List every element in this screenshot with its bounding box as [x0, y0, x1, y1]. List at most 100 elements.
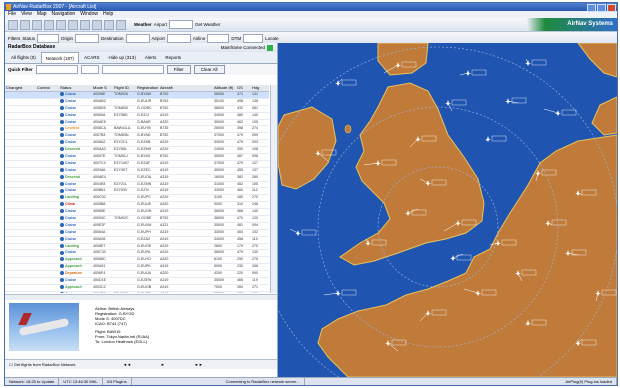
col-changed[interactable]: Changed — [5, 85, 36, 91]
clear-all-button[interactable]: Clear All — [193, 65, 225, 74]
col-mode-s[interactable]: Mode S — [92, 85, 113, 91]
col-registration[interactable]: Registration — [136, 85, 159, 91]
table-row[interactable]: Descend 400AE4 G-EUOA A319 16000 382 260 — [5, 175, 269, 182]
table-row[interactable]: Cruise 4003A6 EZY3KT G-EZEC A319 35000 455 137 — [5, 168, 269, 175]
close-button[interactable] — [607, 4, 616, 12]
airport-dropdown[interactable] — [168, 20, 193, 29]
cell-gs: 470 — [237, 160, 243, 165]
menu-view[interactable]: View — [21, 11, 32, 18]
table-row[interactable]: Cruise 4007B3 TOM83N G-BYAD B752 37000 470 099 — [5, 133, 269, 141]
network-checkbox[interactable]: ☐ Get flights from RadarBox Network — [5, 360, 109, 369]
status-globe-icon — [60, 112, 64, 117]
col-status[interactable]: Status — [59, 85, 92, 91]
table-row[interactable]: Cruise 4007C4 EZY1497 G-EZAF A319 37000 470 127 — [5, 161, 269, 168]
minimize-button[interactable] — [587, 4, 596, 12]
cell-aircraft: A319 — [160, 174, 169, 179]
col-altitude[interactable]: Altitude (ft) — [213, 85, 236, 91]
origin-dropdown[interactable] — [75, 33, 100, 43]
cell-altitude: 35000 — [214, 222, 224, 227]
table-row[interactable]: Cruise 40060A EZY58D G-EZJJ A319 34000 480 140 — [5, 113, 269, 120]
filter-button[interactable]: Filter — [166, 65, 191, 74]
table-row[interactable]: Approach 40068C G-EUYD A320 6100 250 275 — [5, 257, 269, 265]
table-row[interactable]: Cruise 400D1E G-EZEW A319 35000 466 119 — [5, 278, 269, 285]
table-row[interactable]: Cruise 4006D5 TOM830 G-OOBC B752 38000 432 081 — [5, 106, 269, 113]
table-row[interactable]: Climb 4005B8 G-EUUE A320 9000 310 248 — [5, 202, 269, 210]
tab-network[interactable]: Network (187) — [40, 52, 80, 63]
menu-file[interactable]: File — [8, 11, 16, 18]
pan-icon[interactable] — [20, 19, 30, 30]
cell-gs: 480 — [237, 112, 243, 117]
layers-icon[interactable] — [68, 19, 78, 30]
cell-mode-s: 4003C2 — [93, 284, 106, 289]
table-vertical-scrollbar[interactable] — [270, 85, 277, 293]
menu-map[interactable]: Map — [37, 11, 47, 18]
zoom-out-icon[interactable] — [44, 19, 54, 30]
maximize-button[interactable] — [597, 4, 606, 12]
col-flight-id[interactable]: Flight ID — [113, 85, 136, 91]
table-row[interactable]: Cruise 400B61 EZY93V G-EZIV A319 33000 460 112 — [5, 188, 269, 196]
table-row[interactable]: Cruise 40065E G-EUOH A319 36000 468 140 — [5, 209, 269, 217]
table-row[interactable]: Cruise 400AE5 G-BAAR A320 35000 462 105 — [5, 120, 269, 127]
tab-hide-up[interactable]: Hide up (313) — [105, 52, 140, 63]
status-text: Cruise — [65, 154, 77, 159]
tab-acars[interactable]: ACARS — [80, 52, 104, 63]
col-logo[interactable] — [178, 85, 213, 91]
tab-reports[interactable]: Reports — [161, 52, 185, 63]
filters-label[interactable]: Filters — [8, 36, 20, 41]
quick-filter-operator[interactable] — [80, 65, 99, 74]
col-aircraft[interactable]: Aircraft — [159, 85, 178, 91]
table-row[interactable]: Landing 400C0C G-EUPC A319 3100 180 270 — [5, 195, 269, 203]
menu-help[interactable]: Help — [103, 11, 113, 18]
table-row[interactable]: Approach 400A91 G-EUPK A319 5000 230 268 — [5, 264, 269, 272]
status-dropdown[interactable] — [37, 33, 60, 43]
table-row[interactable]: Cruise 400E2F G-EUXM A321 35000 481 094 — [5, 223, 269, 230]
menu-window[interactable]: Window — [80, 11, 98, 18]
status-globe-icon — [60, 92, 64, 97]
col-gs[interactable]: GS — [236, 85, 251, 91]
table-row[interactable]: Cruise 40064A G-EUPH A319 33000 460 102 — [5, 230, 269, 237]
destination-dropdown[interactable] — [125, 33, 150, 43]
locate-button[interactable]: Locate — [265, 36, 279, 41]
cell-hdg: 105 — [252, 119, 258, 124]
airports-icon[interactable] — [92, 19, 102, 30]
cell-registration: G-EUUA — [137, 271, 151, 276]
table-row[interactable]: Levelled 4008CA BAW41LA G-EUYB B735 26000 398 2… — [5, 126, 269, 134]
tab-alerts[interactable]: Alerts — [141, 52, 161, 63]
table-row[interactable]: Cruise 4004E8 EZY21L G-EZMN A319 31000 452 105 — [5, 182, 269, 189]
next-button[interactable]: ►► — [195, 360, 203, 369]
table-row[interactable]: Cruise 40057E TOM51J G-BYAS B752 35000 487 098 — [5, 154, 269, 161]
table-row[interactable]: Approach 4003C2 G-EUOB A319 7000 260 271 — [5, 285, 269, 292]
range-rings-icon[interactable] — [80, 19, 90, 30]
navaids-icon[interactable] — [104, 19, 114, 30]
airport-filter-dropdown[interactable] — [166, 33, 191, 43]
quick-filter-value[interactable] — [101, 65, 164, 74]
play-button[interactable]: ► — [161, 360, 165, 369]
grid-icon[interactable] — [56, 19, 66, 30]
radar-map[interactable] — [278, 43, 617, 377]
menu-navigation[interactable]: Navigation — [52, 11, 76, 18]
table-row[interactable]: Cruise 4008A2 EZY2C1 G-EZKB A319 33000 479 093 — [5, 140, 269, 148]
table-row[interactable]: Cruise 40096E TOM926 G-BYAW B752 36000 471 131 — [5, 92, 269, 99]
table-row[interactable]: Cruise 400A06 G-EZAX A319 34000 458 110 — [5, 237, 269, 244]
prev-button[interactable]: ◄◄ — [123, 360, 131, 369]
zoom-icon[interactable] — [8, 19, 18, 30]
col-control[interactable]: Control — [36, 85, 59, 91]
table-row[interactable]: Cruise 4004BFBAW813G-EUPEA319 37000470101 — [5, 292, 269, 293]
get-weather-button[interactable]: Get Weather — [195, 22, 220, 27]
table-row[interactable]: Landing 4008E7 G-EUOE A319 2600 170 270 — [5, 244, 269, 251]
table-row[interactable]: Descend 400AA3 EZY85L G-EZMH A319 24000 390 108 — [5, 147, 269, 155]
table-row[interactable]: Cruise 400ABC G-EUUR B763 35100 498 138 — [5, 99, 269, 106]
tab-all-flights[interactable]: All flights (0) — [7, 52, 40, 63]
zoom-in-icon[interactable] — [32, 19, 42, 30]
cell-registration: G-EUPA — [137, 250, 151, 255]
labels-icon[interactable] — [116, 19, 126, 30]
dtm-dropdown[interactable] — [243, 33, 264, 43]
status-text: Cruise — [65, 181, 77, 186]
airline-dropdown[interactable] — [207, 33, 230, 43]
dtm-label: DTM — [231, 35, 242, 41]
col-hdg[interactable]: Hdg — [251, 85, 266, 91]
table-row[interactable]: Cruise 400C33 G-EUPA A319 36000 475 130 — [5, 250, 269, 258]
quick-filter-field[interactable] — [35, 65, 78, 74]
table-row[interactable]: Cruise 40093C TOM92C G-OOBE B752 38000 470 120 — [5, 216, 269, 223]
table-row[interactable]: Departure 4006F4 G-EUUA A320 4200 220 090 — [5, 271, 269, 279]
